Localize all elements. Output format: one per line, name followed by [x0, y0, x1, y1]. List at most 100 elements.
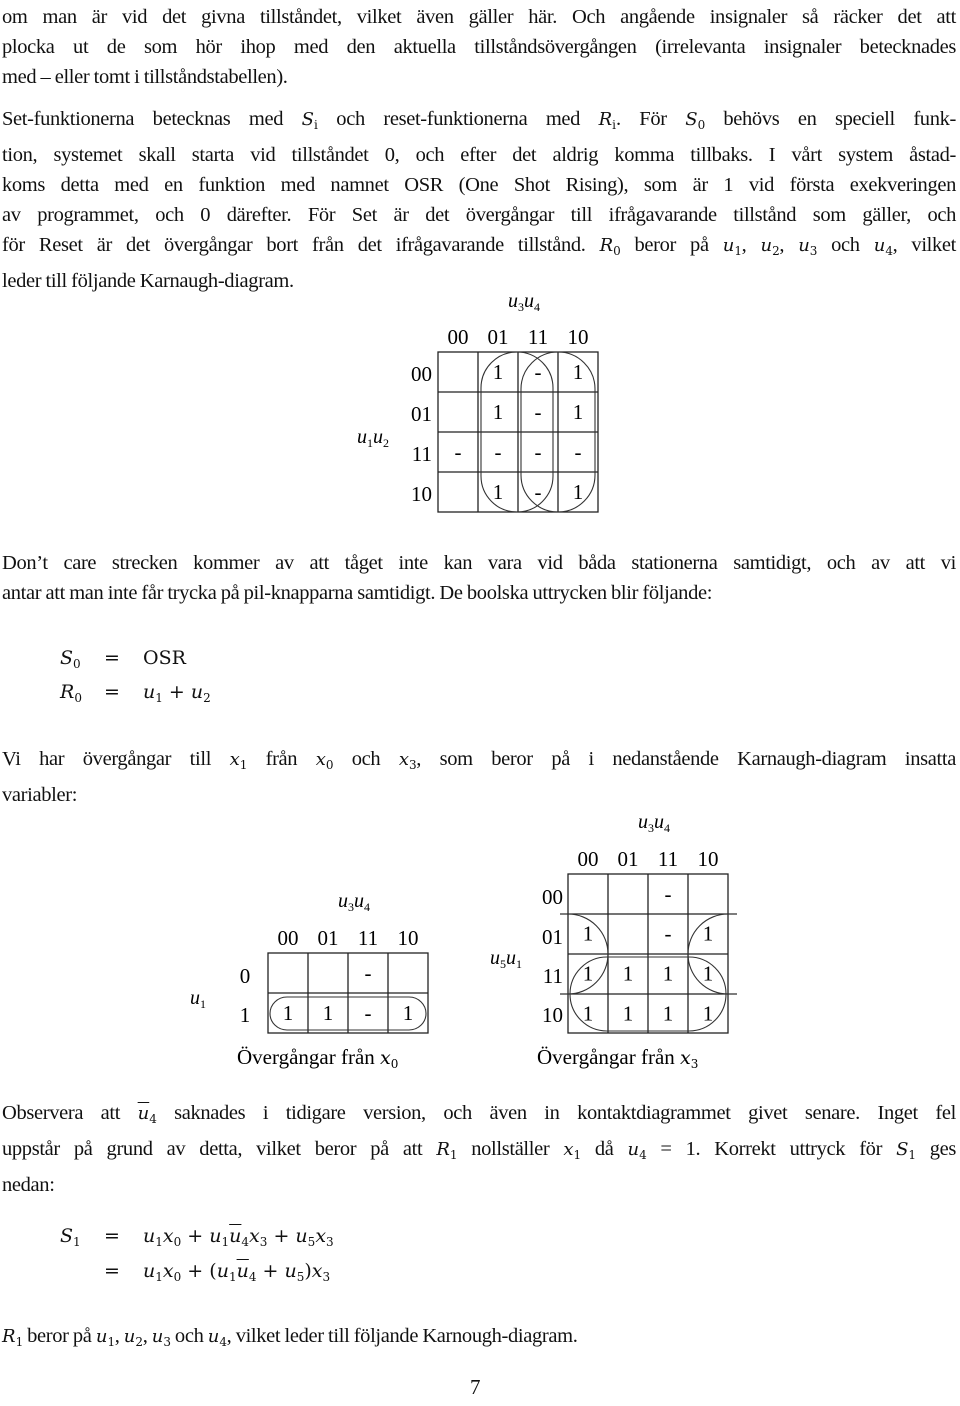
paragraph-observe: Observera att u4 saknades i tidigare ver… [2, 1098, 956, 1200]
kmap3-cell: - [665, 882, 672, 906]
kmap1-cell: 1 [573, 360, 584, 384]
equals-sign: = [104, 681, 120, 703]
kmap1-row-label: 01 [411, 402, 432, 426]
kmap1-col-label: 00 [448, 325, 469, 349]
kmap1-cell: - [535, 440, 542, 464]
kmap2-cell: 1 [403, 1001, 414, 1025]
equals-sign: = [104, 1225, 120, 1247]
text-line: variabler: [2, 784, 78, 806]
kmap3-row-var: u5u1 [490, 947, 522, 971]
svg-text:u3u4: u3u4 [338, 890, 370, 914]
kmap3-col-label: 00 [578, 847, 599, 871]
text-line: med – eller tomt i tillståndstabellen). [2, 66, 288, 88]
karnaugh-map-x0: u3u4 00 01 11 10 0 1 u1 -1 1-1 Övergångar… [190, 890, 429, 1071]
page-number: 7 [470, 1375, 481, 1399]
kmap2-cell: 1 [323, 1001, 334, 1025]
equation-s0-rhs: OSR [143, 647, 186, 669]
kmap3-col-label: 01 [618, 847, 639, 871]
kmap2-cell: - [365, 1001, 372, 1025]
kmap1-cell: - [455, 440, 462, 464]
kmap3-row-label: 00 [542, 885, 563, 909]
karnaugh-map-x3: u3u4 00 01 11 10 00 01 11 10 u5u1 -1-11 1… [490, 811, 737, 1071]
kmap1-col-label: 10 [568, 325, 589, 349]
kmap3-cell: 1 [663, 962, 674, 986]
kmap1-cell: - [535, 480, 542, 504]
kmap3-col-label: 10 [698, 847, 719, 871]
kmap1-row-label: 00 [411, 362, 432, 386]
kmap3-cell: 1 [583, 1001, 594, 1025]
svg-text:u1: u1 [190, 987, 206, 1011]
text-line: nedan: [2, 1174, 55, 1196]
kmap1-cell: 1 [493, 480, 504, 504]
kmap3-cell: 1 [703, 1001, 714, 1025]
paragraph-r1: R1 beror på u1, u2, u3 och u4, vilket le… [2, 1321, 956, 1357]
kmap3-cell: 1 [663, 1001, 674, 1025]
paragraph-set-reset: Set-funktionerna betecknas med Si och re… [2, 104, 956, 296]
equals-sign: = [104, 647, 120, 669]
svg-text:u3u4: u3u4 [508, 290, 540, 314]
kmap3-cell: 1 [703, 962, 714, 986]
kmap1-cell: - [535, 360, 542, 384]
equation-r0: R0 [60, 681, 82, 705]
kmap2-col-label: 10 [398, 926, 419, 950]
kmap1-cell: - [535, 400, 542, 424]
text-line: plocka ut de som hör ihop med den aktuel… [2, 36, 956, 58]
text-line: om man är vid det givna tillståndet, vil… [2, 6, 956, 28]
kmap1-row-label: 11 [412, 442, 432, 466]
kmap3-caption: Övergångar från x3 [537, 1045, 698, 1071]
text-line: uppstår på grund av detta, vilket beror … [2, 1138, 956, 1162]
paragraph-intro: om man är vid det givna tillståndet, vil… [2, 2, 956, 92]
kmap3-cell: 1 [623, 962, 634, 986]
kmap2-col-label: 00 [278, 926, 299, 950]
text-line: tion, systemet skall starta vid tillstån… [2, 144, 956, 166]
equation-s1-rhs-factored: u1x0 + (u1u4 + u5)x3 [143, 1260, 331, 1284]
kmap3-col-var: u3u4 [638, 811, 670, 835]
kmap1-col-label: 11 [528, 325, 548, 349]
equation-s1-rhs: u1x0 + u1u4x3 + u5x3 [143, 1225, 334, 1249]
text-line: Set-funktionerna betecknas med Si och re… [2, 108, 956, 132]
text-line: Observera att u4 saknades i tidigare ver… [2, 1102, 956, 1126]
equals-sign: = [104, 1260, 120, 1282]
text-line: R1 beror på u1, u2, u3 och u4, vilket le… [2, 1325, 578, 1349]
kmap1-col-var: u3u4 [508, 290, 540, 314]
text-line: koms detta med en funktion med namnet OS… [2, 174, 956, 196]
kmap3-row-label: 01 [542, 925, 563, 949]
svg-text:u5u1: u5u1 [490, 947, 522, 971]
kmap2-row-label: 1 [240, 1003, 251, 1027]
kmap2-col-label: 01 [318, 926, 339, 950]
kmap2-col-label: 11 [358, 926, 378, 950]
kmap3-cell: 1 [703, 922, 714, 946]
svg-text:u1u2: u1u2 [357, 426, 389, 450]
kmap1-cell: 1 [573, 480, 584, 504]
kmap1-cell: - [575, 440, 582, 464]
kmap3-cell: 1 [623, 1001, 634, 1025]
kmap3-col-label: 11 [658, 847, 678, 871]
karnaugh-map-r0: u3u4 00 01 11 10 00 01 11 10 u1u2 1-11-1… [357, 290, 599, 513]
kmap1-cell: 1 [493, 360, 504, 384]
text-line: antar att man inte får trycka på pil-kna… [2, 582, 713, 604]
text-line: Don’t care strecken kommer av att tåget … [2, 552, 956, 574]
kmap1-col-label: 01 [488, 325, 509, 349]
equation-s1: S1 [60, 1225, 81, 1249]
text-line: för Reset är det övergångar bort från de… [2, 234, 957, 258]
kmap1-row-var: u1u2 [357, 426, 389, 450]
kmap1-cell: - [495, 440, 502, 464]
kmap3-cell: - [665, 922, 672, 946]
kmap2-row-label: 0 [240, 964, 251, 988]
kmap3-row-label: 11 [543, 964, 563, 988]
paragraph-transitions: Vi har övergångar till x1 från x0 och x3… [2, 744, 956, 810]
kmap1-row-label: 10 [411, 482, 432, 506]
text-line: Vi har övergångar till x1 från x0 och x3… [2, 748, 956, 772]
text-line: av programmet, och 0 därefter. För Set ä… [2, 204, 956, 226]
kmap1-cell: 1 [493, 400, 504, 424]
kmap1-cell: 1 [573, 400, 584, 424]
svg-text:u3u4: u3u4 [638, 811, 670, 835]
kmap2-col-var: u3u4 [338, 890, 370, 914]
equation-s0: S0 [60, 647, 81, 671]
kmap2-cell: - [365, 961, 372, 985]
kmap2-caption: Övergångar från x0 [237, 1045, 398, 1071]
kmap3-row-label: 10 [542, 1003, 563, 1027]
equation-r0-rhs: u1 + u2 [143, 681, 211, 705]
kmap2-row-var: u1 [190, 987, 206, 1011]
kmap2-cell: 1 [283, 1001, 294, 1025]
